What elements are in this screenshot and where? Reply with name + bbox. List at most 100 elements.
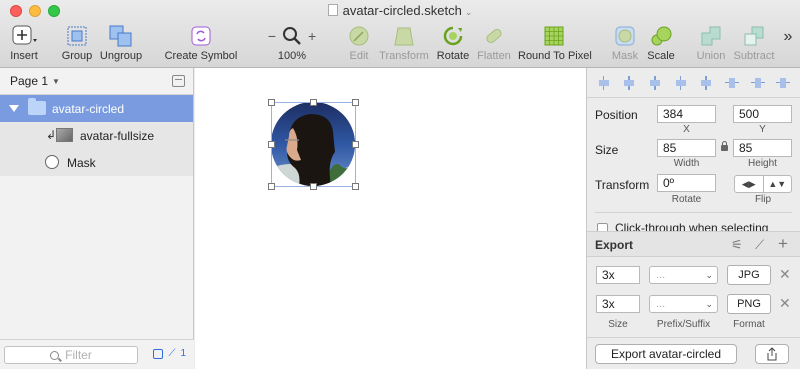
symbol-icon <box>163 25 239 47</box>
symbols-filter-icon[interactable] <box>153 348 164 359</box>
resize-handle-bottom-right[interactable] <box>352 183 359 190</box>
ungroup-button[interactable]: Ungroup <box>98 25 144 62</box>
resize-handle-top-right[interactable] <box>352 99 359 106</box>
mask-button[interactable]: Mask <box>611 25 639 62</box>
toolbar: avatar-circled.sketch ⌄ Insert Group Ungr… <box>0 0 800 68</box>
filter-input[interactable]: Filter <box>4 346 138 364</box>
zoom-control[interactable]: − + 100% <box>262 25 322 62</box>
export-format-button-2[interactable]: PNG <box>727 294 771 314</box>
transform-button[interactable]: Transform <box>378 25 430 62</box>
resize-handle-bottom-left[interactable] <box>268 183 275 190</box>
document-icon <box>327 4 338 16</box>
search-icon <box>50 350 60 360</box>
transform-label: Transform <box>595 178 650 192</box>
round-to-pixel-button[interactable]: Round To Pixel <box>518 25 592 62</box>
layer-mask[interactable]: Mask <box>0 149 193 176</box>
resize-handle-left[interactable] <box>268 141 275 148</box>
export-size-field-1[interactable]: 3x <box>596 266 640 284</box>
disclosure-triangle-icon[interactable] <box>9 105 19 112</box>
add-export-icon[interactable]: + <box>778 234 788 254</box>
y-sublabel: Y <box>759 124 766 135</box>
flip-horizontal-button[interactable]: ◀▶ <box>735 176 763 192</box>
chevron-down-icon: ▼ <box>52 76 60 86</box>
flip-vertical-button[interactable]: ▲▼ <box>762 176 792 192</box>
canvas[interactable] <box>195 68 586 369</box>
flatten-button[interactable]: Flatten <box>476 25 512 62</box>
resize-handle-right[interactable] <box>352 141 359 148</box>
layer-avatar-circled[interactable]: avatar-circled <box>0 95 193 122</box>
export-format-button-1[interactable]: JPG <box>727 265 771 285</box>
remove-export-icon[interactable]: ✕ <box>779 295 791 312</box>
position-label: Position <box>595 108 638 122</box>
export-header: Export ⚟ ⟋ + <box>587 231 800 257</box>
export-size-field-2[interactable]: 3x <box>596 295 640 313</box>
union-button[interactable]: Union <box>695 25 727 62</box>
alignment-toolbar <box>587 68 800 98</box>
zoom-level: 100% <box>277 50 307 62</box>
divider <box>587 337 800 338</box>
chevron-down-icon: ⌄ <box>705 270 713 280</box>
toolbar-overflow-button[interactable]: » <box>779 28 797 46</box>
window-title[interactable]: avatar-circled.sketch ⌄ <box>0 3 800 18</box>
width-field[interactable]: 85 <box>657 139 716 157</box>
transform-icon <box>378 25 430 47</box>
edit-button[interactable]: Edit <box>344 25 374 62</box>
align-right-icon[interactable] <box>699 75 713 90</box>
y-field[interactable]: 500 <box>733 105 792 123</box>
edit-icon <box>344 25 374 47</box>
export-button[interactable]: Export avatar-circled <box>595 344 737 364</box>
slice-icon[interactable]: ⟋ <box>755 237 764 253</box>
rotate-icon <box>436 25 470 47</box>
flip-control: ◀▶ ▲▼ <box>734 175 792 193</box>
height-field[interactable]: 85 <box>733 139 792 157</box>
lock-icon[interactable] <box>721 141 728 151</box>
zoom-in-button[interactable]: + <box>308 28 316 44</box>
share-button[interactable] <box>755 344 789 364</box>
x-sublabel: X <box>683 124 690 135</box>
rotate-sublabel: Rotate <box>671 194 702 205</box>
rotate-field[interactable]: 0º <box>657 174 716 192</box>
resize-handle-top-left[interactable] <box>268 99 275 106</box>
oval-icon <box>45 155 59 169</box>
group-button[interactable]: Group <box>60 25 94 62</box>
slice-filter-icon[interactable]: ⟋ <box>168 348 175 359</box>
align-top-icon[interactable] <box>724 76 739 90</box>
mask-arrow-icon: ↲ <box>46 128 57 142</box>
resize-handle-top[interactable] <box>310 99 317 106</box>
subtract-button[interactable]: Subtract <box>731 25 777 62</box>
x-field[interactable]: 384 <box>657 105 716 123</box>
align-bottom-icon[interactable] <box>776 76 791 90</box>
group-icon <box>60 25 94 47</box>
pixel-grid-icon <box>518 25 590 47</box>
filter-options[interactable]: ⟋ 1 <box>153 348 186 359</box>
collapse-pages-icon[interactable] <box>172 75 185 87</box>
ungroup-icon <box>98 25 144 47</box>
page-selector[interactable]: Page 1 ▼ <box>0 68 193 95</box>
insert-button[interactable]: Insert <box>6 25 42 62</box>
mask-icon <box>611 25 639 47</box>
align-center-icon[interactable] <box>674 75 688 90</box>
zoom-out-button[interactable]: − <box>268 28 276 44</box>
distribute-horizontal-icon[interactable] <box>597 75 611 90</box>
create-symbol-button[interactable]: Create Symbol <box>163 25 239 62</box>
distribute-vertical-icon[interactable] <box>622 75 636 90</box>
export-prefix-select-2[interactable]: ... ⌄ <box>649 295 718 313</box>
align-middle-icon[interactable] <box>750 76 765 90</box>
image-icon <box>56 128 73 142</box>
export-format-sublabel: Format <box>733 319 765 330</box>
export-size-sublabel: Size <box>608 319 628 330</box>
size-label: Size <box>595 143 619 157</box>
rotate-button[interactable]: Rotate <box>436 25 470 62</box>
align-left-icon[interactable] <box>648 75 662 90</box>
share-icon <box>767 347 777 361</box>
resize-handle-bottom[interactable] <box>310 183 317 190</box>
height-sublabel: Height <box>748 158 777 169</box>
export-prefix-select-1[interactable]: ... ⌄ <box>649 266 718 284</box>
remove-export-icon[interactable]: ✕ <box>779 266 791 283</box>
layer-avatar-fullsize[interactable]: ↲ avatar-fullsize <box>0 122 193 149</box>
export-settings-icon[interactable]: ⚟ <box>731 237 743 253</box>
inspector-panel: Position 384 500 X Y Size 85 85 Width He… <box>586 68 800 369</box>
scale-button[interactable]: Scale <box>646 25 676 62</box>
scale-icon <box>646 25 676 47</box>
divider <box>595 212 792 213</box>
